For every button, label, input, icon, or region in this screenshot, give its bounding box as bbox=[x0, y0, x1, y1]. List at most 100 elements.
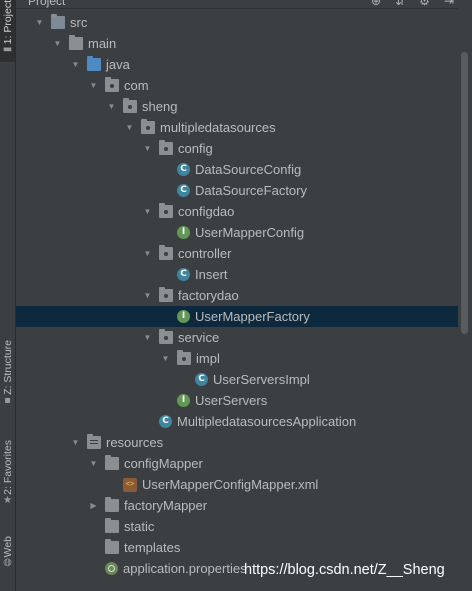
project-tree: ▼ src ▼ main ▼ java ▼ com ▼ sheng ▼ mult… bbox=[16, 8, 472, 591]
structure-icon: ▪ bbox=[4, 394, 11, 406]
project-header-title[interactable]: Project bbox=[28, 0, 65, 8]
chevron-down-icon[interactable]: ▼ bbox=[142, 144, 153, 153]
gear-icon[interactable]: ⚙ bbox=[419, 0, 430, 8]
tree-node-label: factoryMapper bbox=[124, 498, 208, 513]
chevron-down-icon[interactable]: ▼ bbox=[160, 354, 171, 363]
class-icon: C bbox=[195, 373, 208, 386]
chevron-down-icon[interactable]: ▼ bbox=[142, 207, 153, 216]
tree-node-usermapperconfig[interactable]: I UserMapperConfig bbox=[16, 222, 472, 243]
tool-tab-web-label: Web bbox=[1, 536, 14, 558]
scrollbar-thumb[interactable] bbox=[461, 52, 468, 334]
folder-icon bbox=[105, 518, 119, 533]
tree-node-src[interactable]: ▼ src bbox=[16, 12, 472, 33]
chevron-down-icon[interactable]: ▼ bbox=[142, 291, 153, 300]
source-folder-icon bbox=[51, 14, 65, 29]
tree-node-sheng[interactable]: ▼ sheng bbox=[16, 96, 472, 117]
chevron-down-icon[interactable]: ▼ bbox=[142, 333, 153, 342]
tree-node-factorydao[interactable]: ▼ factorydao bbox=[16, 285, 472, 306]
interface-icon: I bbox=[177, 310, 190, 323]
chevron-down-icon[interactable]: ▼ bbox=[88, 459, 99, 468]
tree-node-label: Insert bbox=[195, 267, 228, 282]
tree-node-impl[interactable]: ▼ impl bbox=[16, 348, 472, 369]
spring-boot-class-icon: C bbox=[159, 415, 172, 428]
tree-node-service[interactable]: ▼ service bbox=[16, 327, 472, 348]
package-icon bbox=[141, 119, 155, 134]
tree-node-config[interactable]: ▼ config bbox=[16, 138, 472, 159]
tree-node-insert[interactable]: C Insert bbox=[16, 264, 472, 285]
tree-node-userserversimpl[interactable]: C UserServersImpl bbox=[16, 369, 472, 390]
resources-folder-icon bbox=[87, 434, 101, 449]
tree-node-com[interactable]: ▼ com bbox=[16, 75, 472, 96]
tree-node-label: main bbox=[88, 36, 117, 51]
tree-node-templates[interactable]: templates bbox=[16, 537, 472, 558]
tree-node-label: DataSourceFactory bbox=[195, 183, 307, 198]
tool-tab-project-label: 1: Project bbox=[1, 0, 14, 45]
hide-icon[interactable]: ⇥ bbox=[444, 0, 454, 8]
watermark: https://blog.csdn.net/Z__Sheng bbox=[244, 562, 445, 578]
tool-tab-favorites[interactable]: 2: Favorites ★ bbox=[0, 440, 15, 520]
class-icon: C bbox=[177, 268, 190, 281]
tree-node-multipledatasourcesapplication[interactable]: C MultipledatasourcesApplication bbox=[16, 411, 472, 432]
java-source-folder-icon bbox=[87, 56, 101, 71]
tree-node-usermapperfactory[interactable]: I UserMapperFactory bbox=[16, 306, 472, 327]
tool-tab-web[interactable]: Web ◍ bbox=[0, 536, 15, 580]
package-icon bbox=[123, 98, 137, 113]
tree-node-label: com bbox=[124, 78, 149, 93]
chevron-down-icon[interactable]: ▼ bbox=[142, 249, 153, 258]
locate-icon[interactable]: ⊕ bbox=[371, 0, 381, 8]
tree-node-label: static bbox=[124, 519, 155, 534]
tree-node-userservers[interactable]: I UserServers bbox=[16, 390, 472, 411]
chevron-right-icon[interactable]: ▶ bbox=[88, 501, 99, 510]
tree-node-resources[interactable]: ▼ resources bbox=[16, 432, 472, 453]
class-icon: C bbox=[177, 163, 190, 176]
chevron-down-icon[interactable]: ▼ bbox=[34, 18, 45, 27]
tree-node-label: UserMapperConfigMapper.xml bbox=[142, 477, 319, 492]
package-icon bbox=[159, 140, 173, 155]
chevron-down-icon[interactable]: ▼ bbox=[70, 60, 81, 69]
tree-node-label: application.properties bbox=[123, 561, 247, 576]
chevron-down-icon[interactable]: ▼ bbox=[52, 39, 63, 48]
tree-node-factorymapper[interactable]: ▶ factoryMapper bbox=[16, 495, 472, 516]
tree-node-main[interactable]: ▼ main bbox=[16, 33, 472, 54]
chevron-down-icon[interactable]: ▼ bbox=[124, 123, 135, 132]
folder-icon bbox=[69, 35, 83, 50]
tree-node-static[interactable]: static bbox=[16, 516, 472, 537]
tool-tab-structure-label: Z: Structure bbox=[1, 340, 14, 395]
globe-icon: ◍ bbox=[3, 557, 12, 569]
tree-node-usermapperconfigmapper-xml[interactable]: <> UserMapperConfigMapper.xml bbox=[16, 474, 472, 495]
package-icon bbox=[177, 350, 191, 365]
package-icon bbox=[159, 287, 173, 302]
tree-node-controller[interactable]: ▼ controller bbox=[16, 243, 472, 264]
tree-node-datasourceconfig[interactable]: C DataSourceConfig bbox=[16, 159, 472, 180]
chevron-down-icon[interactable]: ▼ bbox=[106, 102, 117, 111]
tool-window-strip: 1: Project ▬ Z: Structure ▪ 2: Favorites… bbox=[0, 0, 16, 591]
tool-tab-project[interactable]: 1: Project ▬ bbox=[0, 0, 15, 62]
chevron-down-icon[interactable]: ▼ bbox=[88, 81, 99, 90]
tree-node-label: templates bbox=[124, 540, 181, 555]
tree-node-label: controller bbox=[178, 246, 232, 261]
interface-icon: I bbox=[177, 394, 190, 407]
tree-node-label: DataSourceConfig bbox=[195, 162, 302, 177]
folder-icon: ▬ bbox=[2, 44, 13, 56]
star-icon: ★ bbox=[3, 494, 12, 506]
xml-file-icon: <> bbox=[123, 477, 137, 492]
folder-icon bbox=[105, 455, 119, 470]
header-toolbar: ⊕ ⇵ ⚙ ⇥ bbox=[371, 0, 454, 8]
tree-node-multipledatasources[interactable]: ▼ multipledatasources bbox=[16, 117, 472, 138]
tree-node-label: configdao bbox=[178, 204, 235, 219]
tree-node-datasourcefactory[interactable]: C DataSourceFactory bbox=[16, 180, 472, 201]
tree-node-java[interactable]: ▼ java bbox=[16, 54, 472, 75]
vertical-scrollbar[interactable] bbox=[458, 8, 472, 591]
tree-node-configmapper[interactable]: ▼ configMapper bbox=[16, 453, 472, 474]
tree-node-label: configMapper bbox=[124, 456, 203, 471]
package-icon bbox=[105, 77, 119, 92]
collapse-all-icon[interactable]: ⇵ bbox=[395, 0, 405, 8]
tree-node-configdao[interactable]: ▼ configdao bbox=[16, 201, 472, 222]
chevron-down-icon[interactable]: ▼ bbox=[70, 438, 81, 447]
class-icon: C bbox=[177, 184, 190, 197]
tree-node-label: src bbox=[70, 15, 88, 30]
folder-icon bbox=[105, 539, 119, 554]
tree-node-label: sheng bbox=[142, 99, 178, 114]
package-icon bbox=[159, 245, 173, 260]
tool-tab-structure[interactable]: Z: Structure ▪ bbox=[0, 340, 15, 420]
